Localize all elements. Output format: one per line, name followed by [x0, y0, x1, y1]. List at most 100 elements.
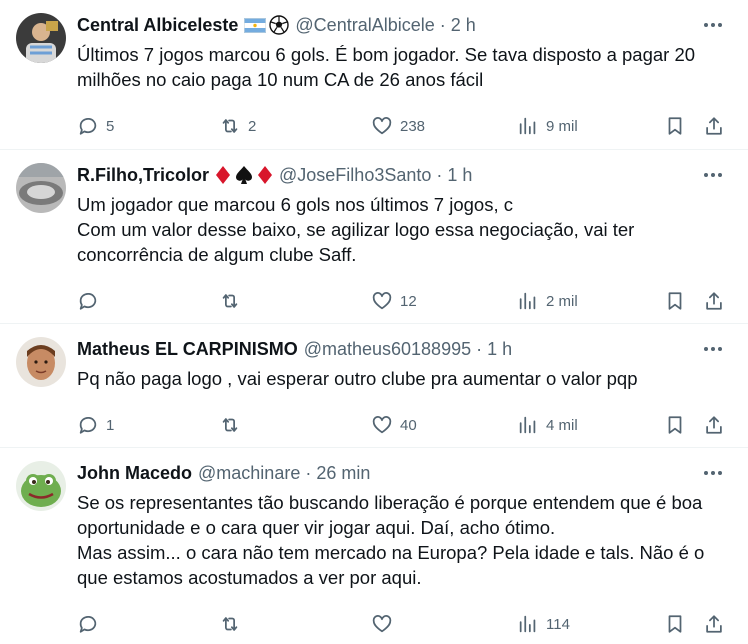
timestamp[interactable]: 2 h: [451, 15, 476, 36]
view-count: 114: [546, 615, 570, 633]
replies-feed: Central Albiceleste @CentralAlbicele · 2…: [0, 0, 748, 633]
share-button[interactable]: [703, 281, 725, 321]
more-icon[interactable]: [702, 338, 724, 360]
tweet-text: Últimos 7 jogos marcou 6 gols. É bom jog…: [77, 44, 696, 90]
retweet-icon: [222, 294, 238, 308]
retweet-count: 2: [248, 117, 257, 135]
reply-count: 5: [106, 117, 115, 135]
share-button[interactable]: [703, 604, 725, 644]
views-icon: [519, 615, 536, 633]
retweet-button[interactable]: [219, 281, 248, 321]
like-button[interactable]: 40: [371, 405, 417, 445]
author-name[interactable]: John Macedo: [77, 463, 192, 484]
soccer-ball-icon: [269, 15, 290, 35]
reply-icon: [79, 292, 97, 310]
share-button[interactable]: [703, 405, 725, 445]
views-icon: [519, 117, 536, 135]
view-count: 9 mil: [546, 117, 578, 135]
views-button[interactable]: 4 mil: [517, 405, 578, 445]
avatar[interactable]: [16, 461, 66, 511]
black-spade-icon: [236, 166, 253, 184]
reply-icon: [79, 416, 97, 434]
like-button[interactable]: 238: [371, 106, 425, 146]
retweet-icon: [222, 119, 238, 133]
tweet[interactable]: Matheus EL CARPINISMO @matheus60188995 ·…: [0, 324, 748, 448]
view-count: 4 mil: [546, 416, 578, 434]
views-button[interactable]: 2 mil: [517, 281, 578, 321]
tweet-text: Um jogador que marcou 6 gols nos últimos…: [77, 194, 635, 265]
author-name[interactable]: R.Filho,Tricolor: [77, 165, 209, 186]
tweet-text: Se os representantes tão buscando libera…: [77, 492, 705, 588]
like-button[interactable]: 12: [371, 281, 417, 321]
more-icon[interactable]: [702, 14, 724, 36]
retweet-button[interactable]: [219, 405, 248, 445]
share-button[interactable]: [703, 106, 725, 146]
argentina-flag-icon: [244, 17, 267, 33]
bookmark-button[interactable]: [664, 604, 686, 644]
reply-button[interactable]: 5: [77, 106, 114, 146]
avatar[interactable]: [16, 13, 66, 63]
like-button[interactable]: [371, 604, 400, 644]
retweet-icon: [222, 617, 238, 631]
separator: ·: [476, 338, 483, 359]
share-icon: [706, 615, 722, 633]
bookmark-icon: [668, 292, 682, 310]
views-icon: [519, 292, 536, 310]
avatar[interactable]: [16, 337, 66, 387]
bookmark-icon: [668, 117, 682, 135]
separator: ·: [439, 14, 446, 35]
more-icon[interactable]: [702, 164, 724, 186]
action-bar: 5 2 238 9 mil: [77, 106, 732, 146]
tweet[interactable]: R.Filho,Tricolor @JoseFilho3Santo · 1 h …: [0, 150, 748, 324]
reply-button[interactable]: [77, 604, 106, 644]
like-count: 12: [400, 292, 417, 310]
author-handle[interactable]: @JoseFilho3Santo: [279, 165, 431, 186]
reply-button[interactable]: [77, 281, 106, 321]
tweet-header: Central Albiceleste @CentralAlbicele · 2…: [77, 12, 732, 38]
retweet-icon: [222, 418, 238, 432]
share-icon: [706, 292, 722, 310]
separator: ·: [305, 462, 312, 483]
tweet-header: John Macedo @machinare · 26 min: [77, 460, 732, 486]
like-icon: [372, 117, 392, 135]
like-icon: [372, 416, 392, 434]
action-bar: 12 2 mil: [77, 281, 732, 321]
views-button[interactable]: 114: [517, 604, 570, 644]
bookmark-button[interactable]: [664, 405, 686, 445]
action-bar: 1 40 4 mil: [77, 405, 732, 445]
share-icon: [706, 416, 722, 434]
separator: ·: [436, 164, 443, 185]
author-name[interactable]: Matheus EL CARPINISMO: [77, 339, 298, 360]
bookmark-icon: [668, 416, 682, 434]
timestamp[interactable]: 1 h: [487, 339, 512, 360]
timestamp[interactable]: 26 min: [316, 463, 370, 484]
tweet[interactable]: Central Albiceleste @CentralAlbicele · 2…: [0, 0, 748, 150]
like-icon: [372, 615, 392, 633]
like-icon: [372, 292, 392, 310]
bookmark-button[interactable]: [664, 106, 686, 146]
retweet-button[interactable]: 2: [219, 106, 256, 146]
like-count: 40: [400, 416, 417, 434]
name-emojis: [244, 15, 290, 35]
author-name[interactable]: Central Albiceleste: [77, 15, 238, 36]
retweet-button[interactable]: [219, 604, 248, 644]
reply-count: 1: [106, 416, 115, 434]
timestamp[interactable]: 1 h: [447, 165, 472, 186]
bookmark-button[interactable]: [664, 281, 686, 321]
reply-icon: [79, 615, 97, 633]
more-icon[interactable]: [702, 462, 724, 484]
name-emojis: [215, 165, 273, 185]
avatar[interactable]: [16, 163, 66, 213]
author-handle[interactable]: @matheus60188995: [304, 339, 471, 360]
tweet-header: Matheus EL CARPINISMO @matheus60188995 ·…: [77, 336, 732, 362]
views-button[interactable]: 9 mil: [517, 106, 578, 146]
tweet-text: Pq não paga logo , vai esperar outro clu…: [77, 368, 638, 389]
reply-icon: [79, 117, 97, 135]
reply-button[interactable]: 1: [77, 405, 114, 445]
author-handle[interactable]: @CentralAlbicele: [295, 15, 434, 36]
views-icon: [519, 416, 536, 434]
action-bar: 114: [77, 604, 732, 644]
tweet[interactable]: John Macedo @machinare · 26 min Se os re…: [0, 448, 748, 633]
author-handle[interactable]: @machinare: [198, 463, 300, 484]
view-count: 2 mil: [546, 292, 578, 310]
